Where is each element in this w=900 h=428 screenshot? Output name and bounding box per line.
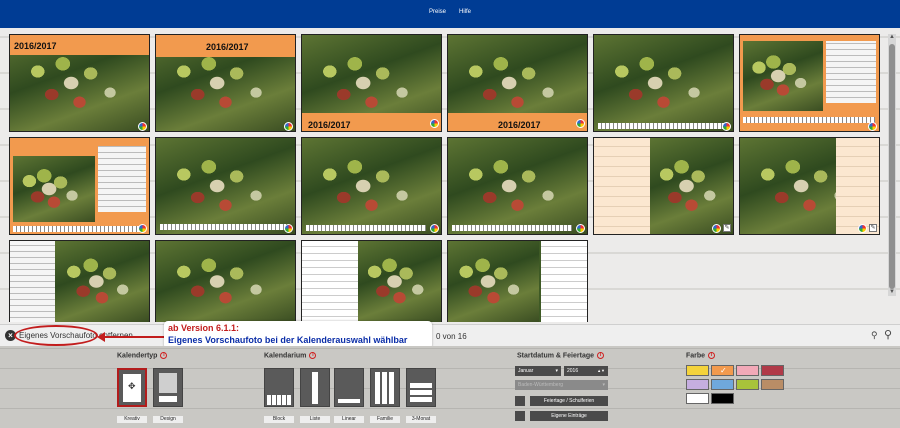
color-swatch[interactable] — [736, 365, 759, 376]
color-palette-icon — [712, 224, 721, 233]
tile-label-familie: Familie — [370, 416, 400, 423]
year-label: 2016/2017 — [308, 120, 351, 130]
calendar-template-thumbnail[interactable] — [155, 137, 296, 235]
tile-label-3-monat: 3-Monat — [406, 416, 436, 423]
region-select[interactable]: Baden-Württemberg ▾ — [515, 380, 608, 390]
info-icon[interactable]: i — [160, 352, 168, 359]
tile-block[interactable] — [264, 368, 294, 407]
color-palette-icon — [576, 119, 585, 128]
farbe-title: Farbe i — [686, 352, 716, 359]
info-icon[interactable]: i — [309, 352, 317, 359]
tile-3-monat[interactable] — [406, 368, 436, 407]
calendar-template-thumbnail[interactable]: 2016/2017 — [447, 34, 588, 132]
highlight-ellipse — [14, 325, 98, 346]
edit-icon: ✎ — [723, 224, 731, 232]
tile-familie[interactable] — [370, 368, 400, 407]
color-swatch[interactable] — [761, 379, 784, 390]
tile-linear[interactable] — [334, 368, 364, 407]
info-icon[interactable]: i — [708, 352, 716, 359]
kalendertyp-title: Kalendertyp i — [117, 352, 168, 359]
kalendarium-title: Kalendarium i — [264, 352, 317, 359]
color-swatch[interactable] — [736, 379, 759, 390]
callout-description: Eigenes Vorschaufoto bei der Kalenderaus… — [168, 335, 408, 345]
top-navigation: Preise Hilfe — [0, 0, 900, 28]
move-arrows-icon: ✥ — [128, 381, 136, 391]
chevron-down-icon: ▾ — [602, 382, 605, 388]
year-label: 2016/2017 — [14, 41, 57, 51]
calendar-template-thumbnail[interactable]: 2016/2017 — [301, 34, 442, 132]
nav-link-preise[interactable]: Preise — [429, 9, 446, 15]
color-palette-icon — [430, 224, 439, 233]
edit-icon: ✎ — [869, 224, 877, 232]
tile-label-design: Design — [153, 416, 183, 423]
stepper-arrows-icon: ▲▼ — [597, 368, 605, 373]
color-swatch[interactable] — [711, 379, 734, 390]
color-palette-icon — [576, 224, 585, 233]
calendar-template-thumbnail[interactable]: 2016/2017 — [9, 34, 150, 132]
calendar-template-thumbnail[interactable]: ✎ — [593, 137, 734, 235]
year-label: 2016/2017 — [206, 42, 249, 52]
calendar-template-thumbnail[interactable] — [9, 137, 150, 235]
calendar-template-thumbnail[interactable] — [739, 34, 880, 132]
scroll-up-icon[interactable]: ▲ — [888, 34, 896, 41]
tile-label-block: Block — [264, 416, 294, 423]
color-swatch[interactable] — [686, 379, 709, 390]
calendar-template-thumbnail[interactable] — [155, 240, 296, 322]
calendar-template-thumbnail[interactable] — [301, 137, 442, 235]
color-swatch[interactable] — [761, 365, 784, 376]
scroll-down-icon[interactable]: ▼ — [888, 289, 896, 296]
calendar-template-thumbnail[interactable]: ✎ — [739, 137, 880, 235]
color-palette-icon — [138, 122, 147, 131]
color-palette-icon — [858, 224, 867, 233]
tile-label-linear: Linear — [334, 416, 364, 423]
color-palette-icon — [722, 122, 731, 131]
callout-version: ab Version 6.1.1: — [168, 323, 240, 333]
vertical-scrollbar[interactable]: ▲ ▼ — [888, 34, 896, 296]
calendar-template-thumbnail[interactable] — [9, 240, 150, 322]
info-icon[interactable]: i — [597, 352, 605, 359]
color-swatch[interactable] — [686, 365, 709, 376]
calendar-template-grid: 2016/2017 2016/2017 2016/2017 2016/2017 — [9, 34, 884, 322]
tile-design[interactable] — [153, 368, 183, 407]
nav-link-hilfe[interactable]: Hilfe — [459, 9, 471, 15]
scrollbar-thumb[interactable] — [889, 44, 895, 289]
calendar-template-thumbnail[interactable]: 2016/2017 — [155, 34, 296, 132]
own-entries-button[interactable]: Eigene Einträge — [530, 411, 608, 421]
year-label: 2016/2017 — [498, 120, 541, 130]
annotation-callout: ab Version 6.1.1: Eigenes Vorschaufoto b… — [164, 321, 432, 349]
color-swatch-selected[interactable]: ✓ — [711, 365, 734, 376]
status-bar: × Eigenes Vorschaufoto entfernen 0 von 1… — [0, 324, 900, 346]
page-count: 0 von 16 — [436, 332, 467, 341]
startdatum-title: Startdatum & Feiertage i — [517, 352, 605, 359]
calendar-template-thumbnail[interactable] — [593, 34, 734, 132]
color-palette-icon — [430, 119, 439, 128]
color-palette-icon — [284, 224, 293, 233]
tile-label-kreativ: Kreativ — [117, 416, 147, 423]
color-swatch[interactable] — [686, 393, 709, 404]
holidays-checkbox[interactable] — [515, 396, 525, 406]
chevron-down-icon: ▾ — [555, 368, 558, 374]
tile-label-liste: Liste — [300, 416, 330, 423]
color-palette-icon — [868, 122, 877, 131]
checkmark-icon: ✓ — [720, 366, 727, 375]
tile-liste[interactable] — [300, 368, 330, 407]
color-palette-icon — [138, 224, 147, 233]
calendar-template-thumbnail[interactable] — [447, 240, 588, 322]
zoom-out-icon[interactable]: ⚲ — [871, 330, 878, 341]
month-select[interactable]: Januar ▾ — [515, 366, 561, 376]
own-entries-checkbox[interactable] — [515, 411, 525, 421]
calendar-template-thumbnail[interactable] — [447, 137, 588, 235]
annotation-arrow-line — [102, 336, 164, 338]
zoom-in-icon[interactable]: ⚲ — [884, 328, 892, 341]
color-palette-icon — [284, 122, 293, 131]
options-panel: Kalendertyp i ✥ Kreativ Design Kalendariu… — [0, 346, 900, 428]
holidays-button[interactable]: Feiertage / Schulferien — [530, 396, 608, 406]
color-swatch[interactable] — [711, 393, 734, 404]
tile-kreativ[interactable]: ✥ — [117, 368, 147, 407]
calendar-template-thumbnail[interactable] — [301, 240, 442, 322]
year-stepper[interactable]: 2016 ▲▼ — [564, 366, 608, 376]
